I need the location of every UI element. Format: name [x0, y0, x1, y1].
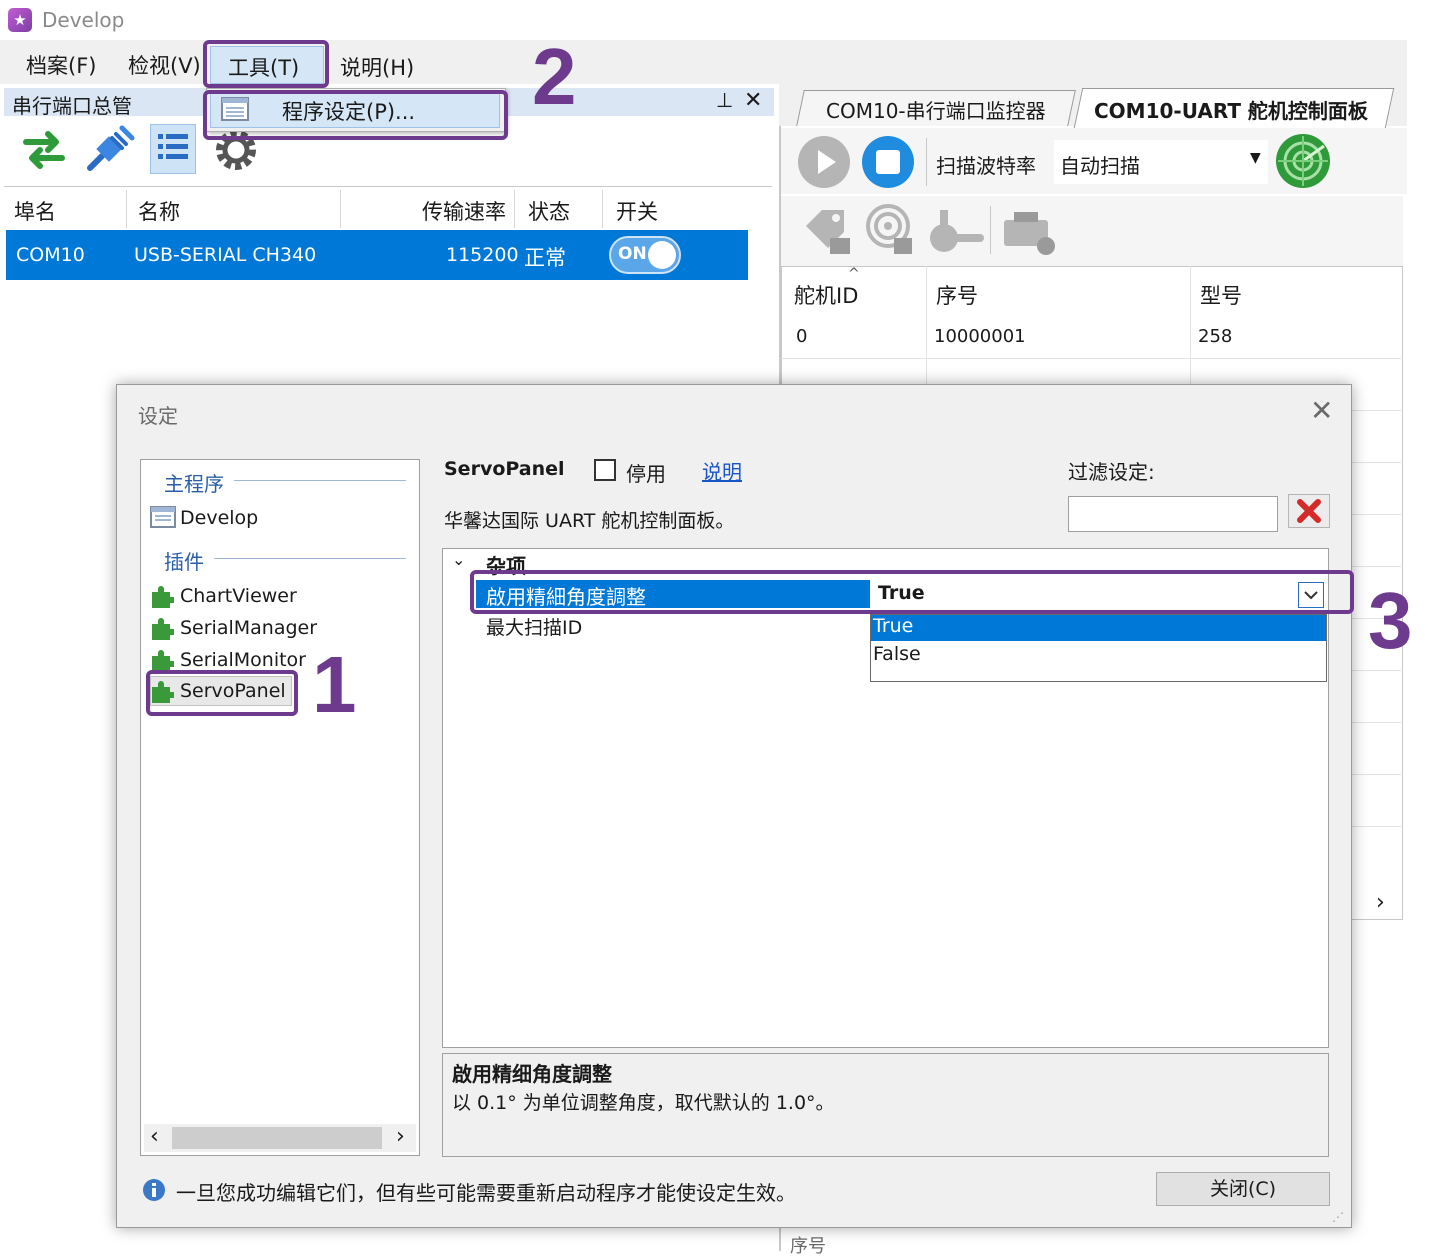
filter-input[interactable]	[1068, 496, 1278, 532]
col-servo-id[interactable]: 舵机ID	[794, 280, 858, 310]
cell-serial: 10000001	[934, 326, 1026, 347]
cell-port: COM10	[16, 244, 85, 266]
scroll-right-icon[interactable]: ›	[1376, 890, 1385, 915]
connect-plug-icon[interactable]	[82, 124, 136, 176]
cell-status: 正常	[524, 246, 566, 270]
servo-config-icon[interactable]	[1000, 206, 1060, 260]
servo-arm-icon[interactable]	[924, 206, 984, 256]
annotation-number-3: 3	[1368, 576, 1413, 665]
col-baud[interactable]: 传输速率	[422, 196, 506, 226]
help-link[interactable]: 说明	[702, 456, 742, 485]
tab-servo-panel-label: COM10-UART 舵机控制面板	[1094, 99, 1368, 123]
close-button[interactable]: 关闭(C)	[1156, 1172, 1330, 1206]
port-switch-toggle[interactable]: ON	[609, 236, 681, 274]
tab-serial-monitor-label: COM10-串行端口监控器	[826, 99, 1046, 123]
dock-title: 串行端口总管	[12, 94, 132, 118]
footer-note: 一旦您成功编辑它们，但有些可能需要重新启动程序才能使设定生效。	[176, 1181, 796, 1205]
filter-label: 过滤设定:	[1068, 460, 1155, 484]
description-text: 以 0.1° 为单位调整角度，取代默认的 1.0°。	[452, 1092, 835, 1114]
refresh-icon[interactable]	[20, 126, 68, 172]
tree-item-chartviewer[interactable]: ChartViewer	[180, 585, 297, 607]
col-port[interactable]: 埠名	[14, 196, 56, 226]
puzzle-icon	[152, 618, 174, 640]
chevron-down-icon: ▼	[1250, 150, 1261, 166]
tree-item-serialmonitor[interactable]: SerialMonitor	[180, 649, 306, 671]
scan-baud-label: 扫描波特率	[936, 154, 1036, 178]
plugin-name: ServoPanel	[444, 458, 565, 480]
annotation-box-tools	[203, 40, 329, 88]
stop-icon[interactable]	[860, 134, 916, 190]
collapse-icon[interactable]: ⌄	[452, 550, 465, 569]
menu-file[interactable]: 档案(F)	[26, 50, 96, 80]
col-model[interactable]: 型号	[1200, 280, 1242, 310]
col-switch[interactable]: 开关	[616, 196, 658, 226]
close-red-icon	[1297, 499, 1321, 523]
property-name[interactable]: 最大扫描ID	[486, 613, 582, 640]
puzzle-icon	[152, 586, 174, 608]
list-icon	[158, 134, 188, 159]
title-bar	[0, 0, 1435, 40]
cell-servo-id: 0	[796, 326, 808, 347]
cell-model: 258	[1198, 326, 1233, 347]
tree-header-main: 主程序	[164, 472, 224, 496]
tree-item-serialmanager[interactable]: SerialManager	[180, 617, 317, 639]
annotation-number-2: 2	[532, 32, 577, 121]
menu-help[interactable]: 说明(H)	[340, 52, 414, 82]
tree-header-plugins: 插件	[164, 550, 204, 574]
play-icon[interactable]	[796, 134, 852, 190]
scroll-right-icon[interactable]: ›	[396, 1124, 405, 1149]
annotation-box-servopanel	[146, 670, 298, 716]
cell-name: USB-SERIAL CH340	[134, 244, 317, 266]
signal-icon[interactable]	[862, 204, 918, 258]
dialog-title: 设定	[138, 404, 178, 428]
window-title: Develop	[42, 8, 125, 32]
dropdown-option-selected[interactable]	[871, 615, 1326, 641]
disable-checkbox[interactable]	[594, 459, 616, 481]
scrollbar-thumb[interactable]	[172, 1127, 382, 1149]
disable-label: 停用	[626, 462, 666, 486]
toggle-label: ON	[618, 244, 647, 264]
annotation-box-fine-angle	[470, 570, 1354, 614]
description-title: 啟用精细角度調整	[452, 1062, 612, 1086]
tag-icon[interactable]	[800, 204, 856, 258]
col-status[interactable]: 状态	[528, 196, 570, 226]
col-name[interactable]: 名称	[138, 196, 180, 226]
radar-scan-icon[interactable]	[1274, 132, 1332, 190]
dock-close-icon[interactable]: ✕	[744, 88, 762, 113]
annotation-box-program-settings	[203, 90, 508, 140]
pin-icon[interactable]: ⊥	[716, 88, 733, 112]
plugin-description: 华馨达国际 UART 舵机控制面板。	[444, 510, 735, 532]
annotation-number-1: 1	[312, 640, 357, 729]
dropdown-option-true[interactable]: True	[873, 615, 913, 637]
dialog-close-icon[interactable]: ✕	[1310, 394, 1333, 427]
scroll-left-icon[interactable]: ‹	[150, 1124, 159, 1149]
resize-grip-icon[interactable]: ⋰	[1332, 1210, 1344, 1224]
col-serial[interactable]: 序号	[936, 280, 978, 310]
toggle-knob	[648, 241, 676, 269]
scan-baud-value: 自动扫描	[1060, 154, 1140, 178]
app-icon: ★	[8, 8, 32, 32]
dropdown-option-false[interactable]: False	[873, 643, 921, 665]
puzzle-icon	[152, 650, 174, 672]
cell-baud: 115200	[446, 244, 519, 266]
info-icon	[143, 1179, 165, 1201]
develop-app-icon	[150, 506, 176, 528]
tree-item-develop[interactable]: Develop	[180, 507, 258, 529]
bottom-column-label: 序号	[790, 1236, 826, 1257]
menu-view[interactable]: 检视(V)	[128, 50, 201, 80]
